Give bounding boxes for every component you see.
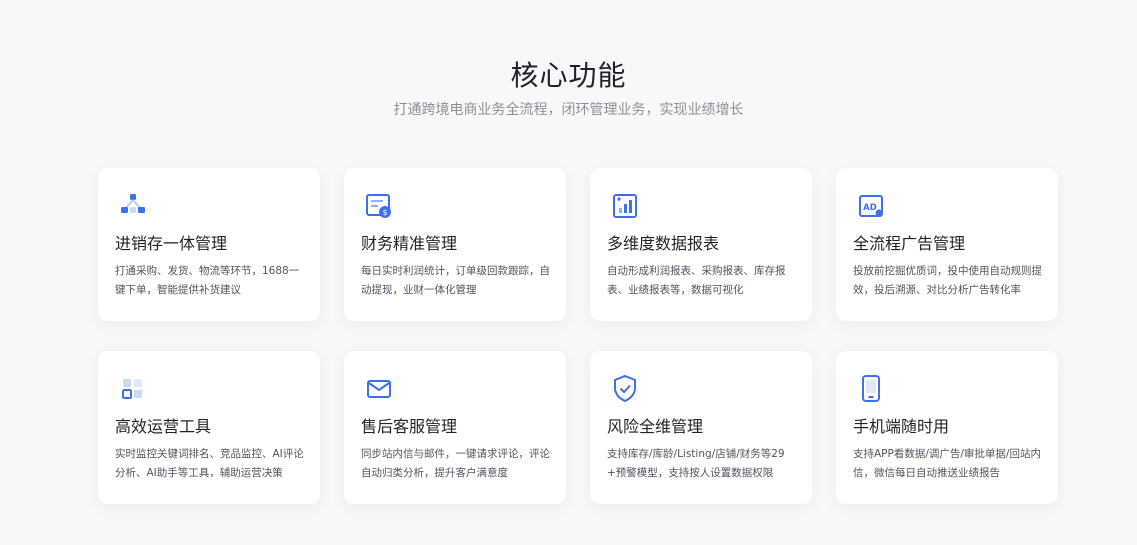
- feature-card-operations[interactable]: 高效运营工具 实时监控关键词排名、竞品监控、AI评论分析、AI助手等工具，辅助运…: [98, 351, 320, 504]
- feature-card-after-sales[interactable]: 售后客服管理 同步站内信与邮件，一键请求评论，评论自动归类分析，提升客户满意度: [344, 351, 566, 504]
- feature-description: 打通采购、发货、物流等环节，1688一键下单，智能提供补货建议: [115, 265, 300, 296]
- feature-description: 每日实时利润统计，订单级回款跟踪，自动提现，业财一体化管理: [361, 265, 550, 296]
- finance-bill-icon: $: [361, 188, 397, 224]
- svg-text:$: $: [382, 208, 387, 217]
- feature-description: 支持库存/库龄/Listing/店铺/财务等29+预警模型，支持按人设置数据权限: [607, 448, 785, 479]
- ad-icon: AD: [853, 188, 889, 224]
- inventory-nodes-icon: [115, 188, 151, 224]
- operations-tools-grid-icon: [115, 371, 151, 407]
- feature-description: 同步站内信与邮件，一键请求评论，评论自动归类分析，提升客户满意度: [361, 448, 550, 479]
- mobile-phone-icon: [853, 371, 889, 407]
- shield-check-icon: [607, 371, 643, 407]
- mail-envelope-icon: [361, 371, 397, 407]
- feature-card-finance[interactable]: $ 财务精准管理 每日实时利润统计，订单级回款跟踪，自动提现，业财一体化管理: [344, 168, 566, 321]
- feature-card-inventory[interactable]: 进销存一体管理 打通采购、发货、物流等环节，1688一键下单，智能提供补货建议: [98, 168, 320, 321]
- section-title: 核心功能: [510, 59, 627, 92]
- feature-card-ads[interactable]: AD 全流程广告管理 投放前挖掘优质词，投中使用自动规则提效，投后溯源、对比分析…: [836, 168, 1058, 321]
- feature-title: 售后客服管理: [361, 417, 458, 436]
- feature-description: 自动形成利润报表、采购报表、库存报表、业绩报表等，数据可视化: [607, 265, 786, 296]
- feature-grid: 进销存一体管理 打通采购、发货、物流等环节，1688一键下单，智能提供补货建议 …: [98, 168, 1058, 504]
- feature-description: 实时监控关键词排名、竞品监控、AI评论分析、AI助手等工具，辅助运营决策: [115, 448, 304, 479]
- feature-title: 风险全维管理: [607, 417, 704, 436]
- svg-text:AD: AD: [863, 203, 877, 213]
- feature-card-mobile[interactable]: 手机端随时用 支持APP看数据/调广告/审批单据/回站内信，微信每日自动推送业绩…: [836, 351, 1058, 504]
- feature-title: 高效运营工具: [115, 417, 212, 436]
- feature-title: 财务精准管理: [361, 234, 458, 253]
- feature-title: 进销存一体管理: [115, 234, 228, 253]
- feature-description: 支持APP看数据/调广告/审批单据/回站内信，微信每日自动推送业绩报告: [853, 448, 1041, 479]
- data-report-chart-icon: [607, 188, 643, 224]
- section-subtitle: 打通跨境电商业务全流程，闭环管理业务，实现业绩增长: [393, 102, 744, 118]
- feature-title: 多维度数据报表: [607, 234, 720, 253]
- feature-card-data-report[interactable]: 多维度数据报表 自动形成利润报表、采购报表、库存报表、业绩报表等，数据可视化: [590, 168, 812, 321]
- feature-card-risk[interactable]: 风险全维管理 支持库存/库龄/Listing/店铺/财务等29+预警模型，支持按…: [590, 351, 812, 504]
- feature-title: 全流程广告管理: [853, 234, 966, 253]
- feature-description: 投放前挖掘优质词，投中使用自动规则提效，投后溯源、对比分析广告转化率: [853, 265, 1042, 296]
- feature-title: 手机端随时用: [853, 417, 950, 436]
